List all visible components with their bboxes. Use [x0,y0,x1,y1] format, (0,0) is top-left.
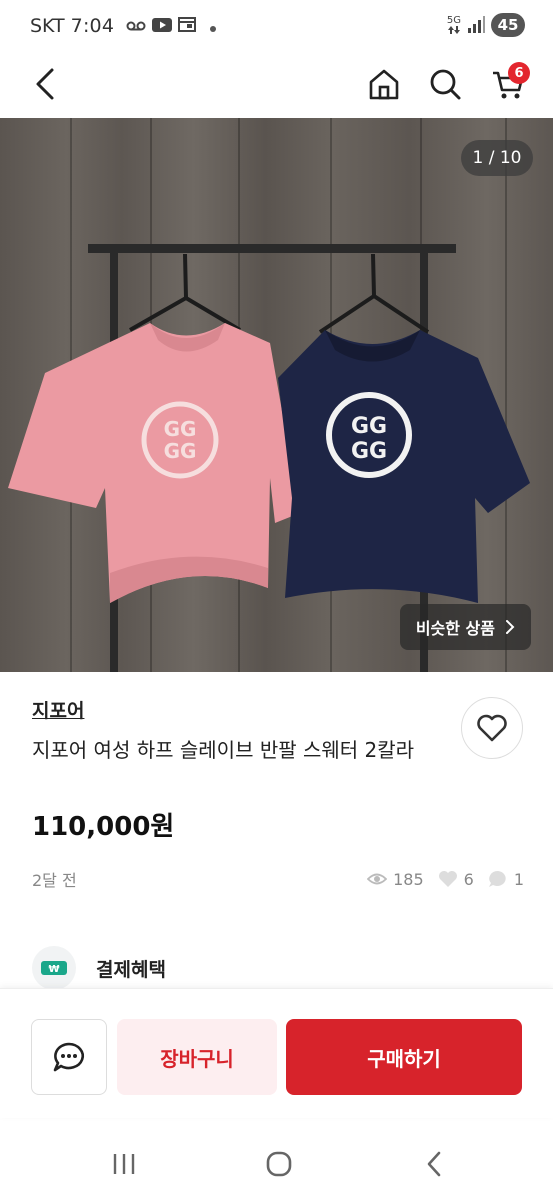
like-button[interactable] [461,697,523,759]
network-type-icon: 5G [447,16,461,34]
chat-icon [53,1042,85,1072]
back-arrow-icon [36,68,54,100]
bottom-action-bar: 장바구니 구매하기 [0,988,553,1118]
cart-button[interactable]: 6 [484,60,532,108]
payment-benefits-row[interactable]: ₩ 결제혜택 [32,946,166,990]
product-meta: 2달 전 185 6 1 [32,866,524,892]
network-label: 5G [446,15,461,26]
chevron-right-icon [506,620,515,634]
dot-indicator-icon [210,15,217,37]
status-time: 7:04 [70,15,115,37]
payment-icon-text: ₩ [48,964,59,975]
likes-count: 6 [463,869,474,889]
home-icon [369,69,399,100]
svg-text:GG: GG [351,414,387,439]
product-image-gallery[interactable]: GG GG GG GG [0,118,553,672]
home-system-button[interactable] [255,1146,303,1182]
svg-text:GG: GG [164,439,197,463]
signal-icon [467,15,485,36]
product-price: 110,000원 [32,812,175,842]
likes-stat: 6 [438,870,474,889]
similar-products-label: 비슷한 상품 [415,619,495,638]
carrier-label: SKT [30,15,65,37]
top-nav: 6 [0,52,553,118]
home-button[interactable] [360,60,408,108]
home-circle-icon [266,1151,292,1177]
product-photo: GG GG GG GG [8,244,530,672]
cart-count-badge: 6 [508,62,530,84]
system-back-button[interactable] [410,1146,458,1182]
recent-apps-icon [113,1154,135,1174]
payment-benefits-label: 결제혜택 [96,958,166,981]
status-bar: SKT 7:04 5G 45 [0,0,553,52]
brand-link[interactable]: 지포어 [32,696,84,723]
heart-filled-icon [438,871,457,887]
chats-count: 1 [513,869,524,889]
chats-stat: 1 [488,870,524,889]
svg-text:GG: GG [164,417,197,441]
search-button[interactable] [421,60,469,108]
voicemail-icon [126,15,146,37]
recent-apps-button[interactable] [100,1146,148,1182]
system-nav-bar [0,1128,553,1200]
back-button[interactable] [22,60,70,108]
posted-time: 2달 전 [32,871,77,890]
chat-button[interactable] [31,1019,107,1095]
image-counter: 1 / 10 [461,140,533,176]
chat-bubble-icon [488,870,506,887]
eye-icon [367,873,388,885]
battery-icon: 45 [491,13,525,37]
payment-icon: ₩ [32,946,76,990]
product-title: 지포어 여성 하프 슬레이브 반팔 스웨터 2칼라 [32,738,415,762]
views-count: 185 [393,869,424,889]
buy-button[interactable]: 구매하기 [286,1019,522,1095]
youtube-icon [152,15,173,37]
svg-text:GG: GG [351,439,387,464]
heart-icon [477,714,507,742]
search-icon [430,69,461,100]
views-stat: 185 [367,870,424,889]
calendar-icon [178,15,197,37]
add-to-cart-button[interactable]: 장바구니 [117,1019,277,1095]
system-back-icon [427,1151,441,1177]
similar-products-button[interactable]: 비슷한 상품 [399,604,531,650]
